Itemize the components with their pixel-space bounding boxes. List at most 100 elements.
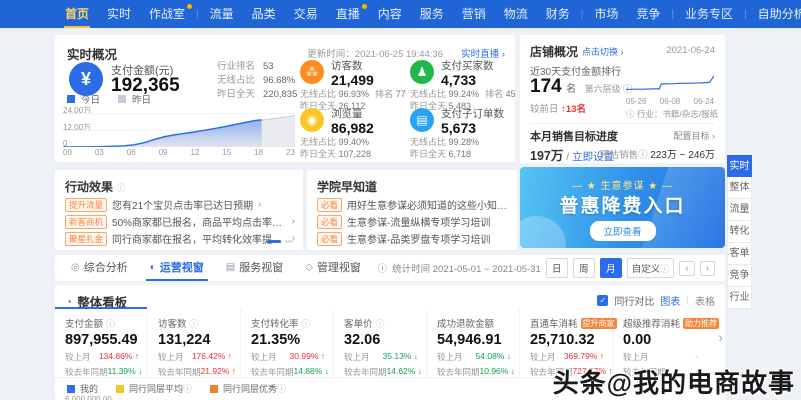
metric-visitors[interactable]: ⁂ 访客数21,499 无线占比 96.93%排名 77 昨日全天 26,112 bbox=[300, 60, 408, 112]
nav-item-competition[interactable]: 竞争 bbox=[627, 0, 669, 28]
switch-shop-link[interactable]: 点击切换 › bbox=[582, 45, 624, 58]
promo-banner[interactable]: — ★ 生意参谋 ★ — 普惠降费入口 立即查看 bbox=[520, 167, 725, 248]
tab-manage-window[interactable]: ◇管理视窗 bbox=[299, 255, 367, 281]
table-view-toggle[interactable]: 表格 bbox=[695, 293, 715, 308]
nav-item-business-zone[interactable]: 业务专区 bbox=[676, 0, 742, 28]
nav-item-live[interactable]: 直播 bbox=[327, 0, 369, 28]
promo-tag[interactable]: 提升商家 bbox=[581, 318, 617, 329]
tab-comprehensive-analysis[interactable]: ◎综合分析 bbox=[65, 255, 134, 281]
watermark: 头条@我的电商故事 bbox=[553, 363, 795, 400]
cards-scroll-next-button[interactable]: › bbox=[719, 330, 723, 345]
card-refund-amount[interactable]: 成功退款金额 54,946.91 较上月54.08% ↓ 较去年同期10.96%… bbox=[427, 309, 520, 377]
x-tick: 18 bbox=[254, 148, 263, 157]
peer-compare-checkbox[interactable]: ✓ bbox=[597, 295, 608, 306]
period-month-button[interactable]: 月 bbox=[600, 258, 622, 278]
nav-item-marketing[interactable]: 营销 bbox=[453, 0, 495, 28]
must-read-tag: 必看 bbox=[317, 232, 342, 246]
academy-item[interactable]: 必看 生意参谋-流量纵横专项学习培训 bbox=[317, 214, 509, 229]
target-icon: ◎ bbox=[71, 255, 80, 281]
forecast-value: 223万 ~ 246万 bbox=[650, 150, 715, 161]
configure-target-link[interactable]: 配置目标 › bbox=[673, 129, 715, 142]
side-tab-competition[interactable]: 竞争 bbox=[727, 265, 752, 287]
carousel-pagination[interactable] bbox=[267, 240, 293, 243]
section-title: 店铺概况 bbox=[530, 43, 578, 60]
card-conversion-rate[interactable]: 支付转化率ⓘ 21.35% 较上月30.99% ↑ 较去年同期14.88% ↓ bbox=[241, 309, 334, 377]
metric-paid-sub-orders[interactable]: ▤ 支付子订单数5,673 无线占比 99.28% 昨日全天 6,718 bbox=[410, 108, 518, 160]
trend-value: 134.86% bbox=[99, 351, 133, 361]
metric-label: 支付子订单数 bbox=[441, 108, 504, 120]
trend-label: 较去年同期 bbox=[437, 366, 480, 378]
x-tick: 15 bbox=[222, 148, 231, 157]
card-label: 成功退款金额 bbox=[437, 316, 494, 330]
next-period-button[interactable]: › bbox=[700, 261, 715, 276]
side-tab-overall[interactable]: 整体 bbox=[727, 177, 752, 199]
action-item[interactable]: 聚星礼金 同行商家都在报名，平均转化效率提升超20%，快速打… › bbox=[65, 231, 295, 246]
info-icon: ⓘ bbox=[106, 317, 115, 330]
trend-label: 较去年同期 bbox=[251, 366, 294, 378]
stat-value: 220,835 bbox=[263, 89, 297, 100]
nav-item-trade[interactable]: 交易 bbox=[285, 0, 327, 28]
promo-tag[interactable]: 助力推荐 bbox=[683, 318, 719, 329]
nav-item-logistics[interactable]: 物流 bbox=[495, 0, 537, 28]
nav-item-service[interactable]: 服务 bbox=[411, 0, 453, 28]
section-title: 行动效果 ⓘ bbox=[65, 178, 125, 195]
chart-view-toggle[interactable]: 图表 bbox=[660, 293, 680, 308]
card-value: 25,710.32 bbox=[530, 332, 604, 348]
rank-unit: 名 bbox=[566, 84, 576, 95]
card-value: 21.35% bbox=[251, 332, 325, 348]
nav-item-war-room[interactable]: 作战室 bbox=[140, 0, 194, 28]
card-visitors[interactable]: 访客数ⓘ 131,224 较上月176.42% ↑ 较去年同期21.92% ↑ bbox=[148, 309, 241, 377]
arrow-right-icon: › bbox=[502, 49, 505, 60]
side-tab-realtime[interactable]: 实时 bbox=[727, 155, 752, 177]
stat-label: 昨日全天 bbox=[410, 149, 446, 159]
legend-label: 同行同层平均 bbox=[129, 384, 183, 394]
x-tick: 09 bbox=[159, 148, 168, 157]
banner-view-button[interactable]: 立即查看 bbox=[589, 221, 655, 241]
nav-item-content[interactable]: 内容 bbox=[369, 0, 411, 28]
realtime-live-link[interactable]: 实时直播 › bbox=[461, 46, 505, 60]
nav-item-finance[interactable]: 财务 bbox=[537, 0, 579, 28]
card-avg-order-value[interactable]: 客单价ⓘ 32.06 较上月35.13% ↓ 较去年同期14.62% ↓ bbox=[334, 309, 427, 377]
trend-value: 30.99% bbox=[290, 351, 319, 361]
stat-label: 排名 bbox=[485, 89, 503, 99]
forecast-label: 预估销售 bbox=[600, 150, 638, 161]
period-day-button[interactable]: 日 bbox=[546, 258, 568, 278]
trend-label: 较上月 bbox=[251, 351, 277, 363]
stat-label: 昨日全天 bbox=[217, 89, 255, 100]
action-item[interactable]: 新客商机 50%商家都已报名，商品平均点击率提升30%，快速… › bbox=[65, 214, 295, 229]
side-tab-traffic[interactable]: 流量 bbox=[727, 199, 752, 221]
prev-period-button[interactable]: ‹ bbox=[679, 261, 694, 276]
academy-item[interactable]: 必看 生意参谋-品类罗盘专项学习培训 bbox=[317, 231, 509, 246]
card-payment-amount[interactable]: 支付金额ⓘ 897,955.49 较上月134.86% ↑ 较去年同期11.39… bbox=[55, 309, 148, 377]
pagination-dot[interactable] bbox=[285, 240, 293, 243]
side-tab-industry[interactable]: 行业 bbox=[727, 287, 752, 309]
trend-value: 35.13% bbox=[383, 351, 412, 361]
stat-label: 无线占比 bbox=[300, 137, 336, 147]
stat-value: 99.28% bbox=[449, 137, 480, 147]
x-tick: 06-08 bbox=[660, 97, 680, 106]
stat-value: 99.40% bbox=[339, 137, 370, 147]
academy-item[interactable]: 必看 用好生意参谋必须知道的这些小知识！ bbox=[317, 197, 509, 212]
period-week-button[interactable]: 周 bbox=[573, 258, 595, 278]
tab-service-window[interactable]: ▤服务视窗 bbox=[220, 255, 289, 281]
side-tab-conversion[interactable]: 转化 bbox=[727, 221, 752, 243]
rank-chart-ticks: 05-26 06-08 06-24 bbox=[626, 97, 714, 106]
nav-item-market[interactable]: 市场 bbox=[585, 0, 627, 28]
card-value: 0.00 bbox=[623, 332, 698, 348]
pagination-dot-active[interactable] bbox=[267, 240, 281, 243]
trend-arrow-icon: ↓ bbox=[511, 366, 515, 376]
nav-item-category[interactable]: 品类 bbox=[243, 0, 285, 28]
nav-item-traffic[interactable]: 流量 bbox=[201, 0, 243, 28]
section-title: 实时概况 bbox=[67, 44, 117, 63]
payment-stats: 行业排名53 无线占比96.68% 昨日全天220,835 bbox=[217, 60, 297, 102]
level-text: 第六层级 bbox=[585, 84, 621, 94]
metric-page-views[interactable]: ◉ 浏览量86,982 无线占比 99.40% 昨日全天 107,228 bbox=[300, 108, 408, 160]
side-tab-order-value[interactable]: 客单 bbox=[727, 243, 752, 265]
action-item[interactable]: 提升流量 您有21个宝贝点击率已达日预期 › bbox=[65, 197, 295, 212]
nav-item-realtime[interactable]: 实时 bbox=[98, 0, 140, 28]
tab-operation-window[interactable]: ◐运营视窗 bbox=[144, 255, 210, 281]
period-custom-button[interactable]: 自定义ⓘ bbox=[627, 258, 675, 278]
nav-item-self-analysis[interactable]: 自助分析 bbox=[749, 0, 801, 28]
metric-paying-buyers[interactable]: ♟ 支付买家数4,733 无线占比 99.24%排名 45 昨日全天 5,483 bbox=[410, 60, 518, 112]
nav-item-home[interactable]: 首页 bbox=[56, 0, 98, 28]
